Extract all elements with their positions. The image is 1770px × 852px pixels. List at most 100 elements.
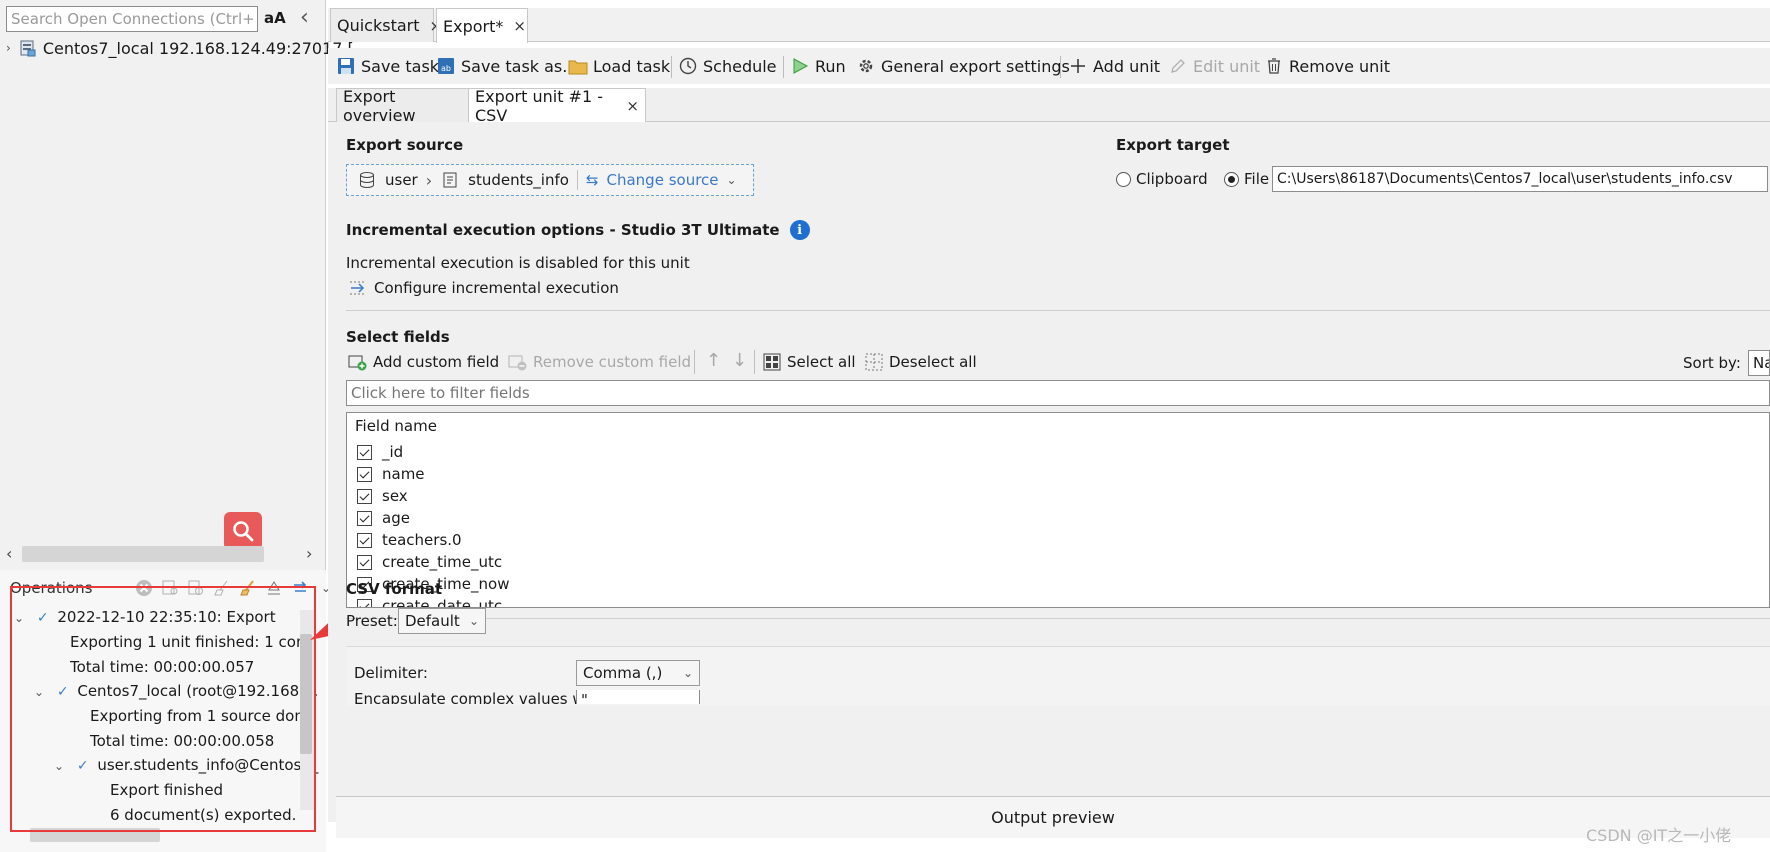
- remove-field-icon: [508, 352, 528, 372]
- field-row[interactable]: name: [357, 463, 509, 485]
- add-unit-button[interactable]: Add unit: [1068, 54, 1160, 78]
- preset-label: Preset:: [346, 612, 398, 630]
- csdn-watermark: CSDN @IT之一小佬: [1586, 826, 1732, 845]
- field-checkbox[interactable]: [357, 510, 372, 526]
- database-icon: [357, 170, 377, 190]
- output-preview-label: Output preview: [991, 808, 1115, 827]
- save-task-as-label: Save task as...: [461, 56, 578, 76]
- field-label: name: [382, 465, 425, 483]
- add-custom-field-label: Add custom field: [373, 353, 500, 371]
- schedule-button[interactable]: Schedule: [678, 54, 777, 78]
- connection-search-input[interactable]: [6, 6, 258, 32]
- field-row[interactable]: create_time_utc: [357, 551, 509, 573]
- select-all-button[interactable]: Select all: [762, 352, 856, 372]
- field-checkbox[interactable]: [357, 444, 372, 460]
- remove-unit-label: Remove unit: [1289, 56, 1391, 76]
- field-row[interactable]: age: [357, 507, 509, 529]
- load-task-button[interactable]: Load task: [568, 54, 670, 78]
- delimiter-select[interactable]: Comma (,) ⌄: [576, 660, 700, 686]
- delimiter-label: Delimiter:: [354, 664, 428, 682]
- svg-text:ab: ab: [441, 64, 451, 73]
- tab-export-unit-csv[interactable]: Export unit #1 - CSV ×: [468, 87, 646, 125]
- horizontal-scrollbar-thumb[interactable]: [22, 546, 264, 562]
- edit-unit-button[interactable]: Edit unit: [1168, 54, 1260, 78]
- configure-incremental-label: Configure incremental execution: [374, 279, 619, 297]
- connection-tree-item[interactable]: › Centos7_local 192.168.124.49:27017 [: [6, 36, 354, 60]
- floating-search-button[interactable]: [224, 512, 262, 550]
- change-source-link[interactable]: Change source: [607, 171, 719, 189]
- deselect-all-label: Deselect all: [889, 353, 977, 371]
- field-name-column-header[interactable]: Field name: [355, 417, 437, 435]
- add-unit-label: Add unit: [1093, 56, 1161, 76]
- general-export-settings-button[interactable]: General export settings: [856, 54, 1070, 78]
- export-source-heading: Export source: [346, 136, 464, 154]
- collection-icon: [440, 170, 460, 190]
- incremental-heading-row: Incremental execution options - Studio 3…: [346, 220, 810, 240]
- select-fields-heading: Select fields: [346, 328, 450, 346]
- collapse-panel-button[interactable]: ‹: [300, 5, 309, 30]
- magnifier-icon: [233, 521, 254, 542]
- field-row[interactable]: _id: [357, 441, 509, 463]
- run-button[interactable]: Run: [790, 54, 846, 78]
- preset-value: Default: [405, 612, 460, 630]
- tab-export[interactable]: Export* ×: [436, 8, 528, 43]
- radio-unselected[interactable]: [1116, 171, 1131, 187]
- save-as-icon: ab: [436, 56, 456, 76]
- deselect-all-icon: [864, 352, 884, 372]
- tab-export-overview[interactable]: Export overview: [336, 87, 470, 125]
- annotation-highlight-box: [10, 586, 316, 832]
- field-checkbox[interactable]: [357, 532, 372, 548]
- change-source-icon: ⇆: [585, 171, 599, 189]
- preset-select[interactable]: Default ⌄: [398, 608, 486, 634]
- chevron-down-icon[interactable]: ⌄: [727, 173, 737, 187]
- pencil-icon: [1168, 56, 1188, 76]
- move-down-arrow-icon[interactable]: ↓: [732, 350, 747, 371]
- file-path-input[interactable]: [1272, 166, 1768, 192]
- export-source-breadcrumb[interactable]: user › students_info ⇆ Change source ⌄: [346, 164, 754, 196]
- tab-quickstart[interactable]: Quickstart ×: [330, 8, 442, 42]
- font-size-toggle-button[interactable]: aA: [264, 9, 286, 27]
- play-icon: [790, 56, 810, 76]
- field-row[interactable]: teachers.0: [357, 529, 509, 551]
- field-checkbox[interactable]: [357, 488, 372, 504]
- output-preview-bar[interactable]: Output preview: [336, 796, 1770, 838]
- field-checkbox[interactable]: [357, 554, 372, 570]
- filter-fields-input[interactable]: [346, 380, 1770, 406]
- clipboard-label: Clipboard: [1136, 170, 1208, 188]
- delimiter-value: Comma (,): [583, 664, 663, 682]
- sort-by-label: Sort by:: [1683, 354, 1741, 372]
- chevron-right-icon[interactable]: ›: [6, 41, 11, 55]
- incremental-heading: Incremental execution options - Studio 3…: [346, 221, 780, 239]
- save-task-button[interactable]: Save task: [336, 54, 439, 78]
- add-custom-field-button[interactable]: Add custom field: [348, 352, 499, 372]
- clipboard-radio[interactable]: Clipboard: [1116, 170, 1208, 188]
- field-checkbox[interactable]: [357, 598, 372, 607]
- field-checkbox[interactable]: [357, 466, 372, 482]
- field-label: create_date_utc: [382, 597, 503, 608]
- editor-tab-strip: Quickstart × Export* ×: [328, 8, 1770, 43]
- save-task-as-button[interactable]: ab Save task as...: [436, 54, 578, 78]
- add-field-icon: [348, 352, 368, 372]
- radio-selected[interactable]: [1224, 171, 1239, 187]
- encapsulate-label: Encapsulate complex values with:: [354, 690, 610, 704]
- encapsulate-input[interactable]: ": [576, 690, 700, 704]
- deselect-all-button[interactable]: Deselect all: [864, 352, 977, 372]
- file-radio[interactable]: File: [1224, 170, 1269, 188]
- remove-unit-button[interactable]: Remove unit: [1264, 54, 1390, 78]
- floppy-disk-icon: [336, 56, 356, 76]
- gear-icon: [856, 56, 876, 76]
- source-collection-label: students_info: [468, 171, 569, 189]
- clock-icon: [678, 56, 698, 76]
- info-icon[interactable]: i: [789, 220, 810, 240]
- field-label: age: [382, 509, 410, 527]
- close-icon[interactable]: ×: [626, 97, 639, 115]
- move-up-arrow-icon[interactable]: ↑: [706, 350, 721, 371]
- close-icon[interactable]: ×: [513, 17, 526, 35]
- configure-incremental-button[interactable]: Configure incremental execution: [348, 278, 619, 298]
- scroll-left-arrow[interactable]: ‹: [6, 544, 12, 563]
- edit-unit-label: Edit unit: [1193, 56, 1261, 76]
- field-row[interactable]: sex: [357, 485, 509, 507]
- remove-custom-field-button[interactable]: Remove custom field: [508, 352, 691, 372]
- sort-by-select[interactable]: Na: [1748, 350, 1770, 376]
- connection-label: Centos7_local 192.168.124.49:27017 [: [42, 38, 354, 58]
